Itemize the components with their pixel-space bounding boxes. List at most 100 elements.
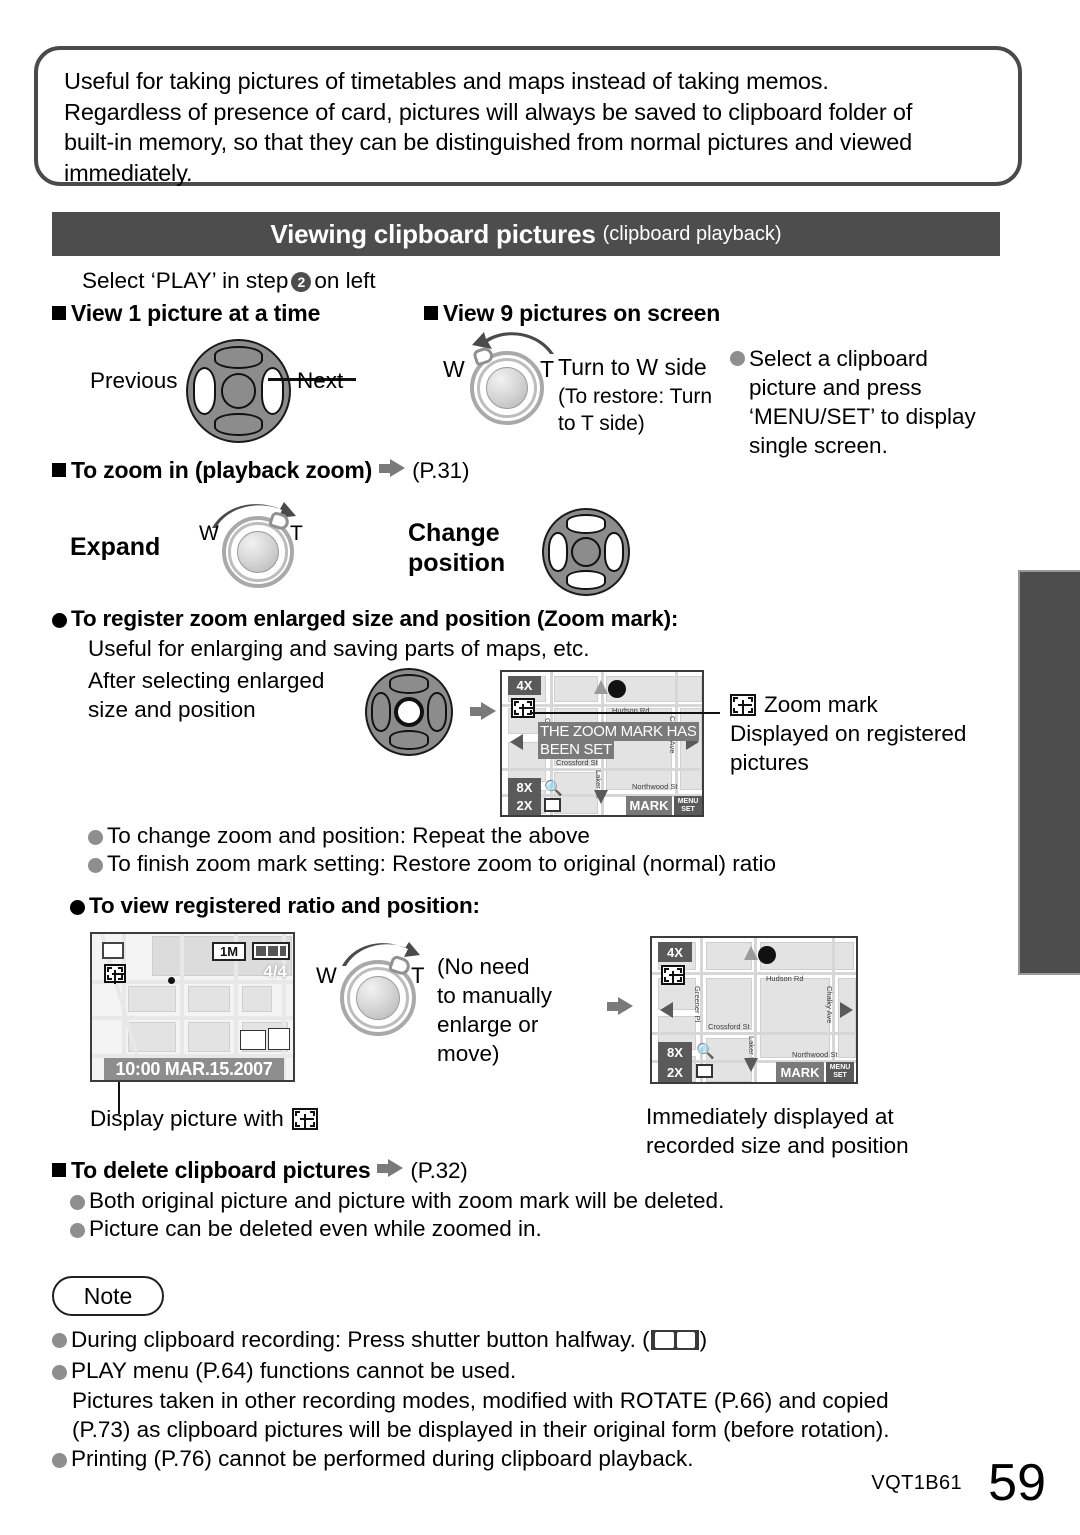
bullet-delete-while-zoomed: Picture can be deleted even while zoomed…: [70, 1216, 542, 1242]
street-label-northwood: Northwood St: [632, 782, 678, 791]
picture-counter: 4/4: [263, 962, 287, 981]
no-need-note: (No need to manually enlarge or move): [437, 952, 552, 1068]
section-banner: Viewing clipboard pictures (clipboard pl…: [52, 212, 1000, 256]
cursor-down-indicator: [594, 790, 608, 804]
street-label-crossford: Crossford St: [556, 758, 598, 767]
note-paragraph-line-2: (P.73) as clipboard pictures will be dis…: [72, 1417, 890, 1442]
bullet-delete-both: Both original picture and picture with z…: [70, 1188, 724, 1214]
menu-set-button-label[interactable]: MENU SET: [674, 796, 702, 815]
dpad-left-button[interactable]: [548, 531, 568, 573]
zoom-lever-view9[interactable]: [470, 345, 544, 425]
magnifier-icon: 🔍: [696, 1043, 715, 1060]
street-label-northwood: Northwood St: [792, 1050, 838, 1059]
dpad-right-button[interactable]: [260, 367, 284, 415]
dpad-right-button[interactable]: [427, 691, 447, 733]
select-play-after: on left: [314, 268, 376, 293]
note-paragraph-line-1: Pictures taken in other recording modes,…: [72, 1388, 889, 1413]
dpad-up-button[interactable]: [214, 346, 263, 370]
zoom-level-2x: 2X: [658, 1062, 692, 1082]
nine-grid-icon: [696, 1064, 713, 1078]
menuset-note-line-1: Select a clipboard: [749, 346, 928, 371]
note-label: Note: [83, 1282, 133, 1309]
zoom-mark-callout-title: Zoom mark: [764, 692, 878, 717]
dpad-center-button[interactable]: [220, 373, 257, 409]
zoom-mark-message-line-1: THE ZOOM MARK HAS: [538, 722, 699, 741]
cursor-dpad-button-register[interactable]: [365, 668, 453, 756]
turn-to-w-side-label: Turn to W side: [558, 354, 707, 380]
zoom-lever-knob[interactable]: [237, 531, 279, 573]
bullet-black-dot: [52, 613, 67, 628]
mark-button-label[interactable]: MARK: [626, 796, 672, 815]
heading-view-1-label: View 1 picture at a time: [71, 300, 321, 326]
heading-delete-clipboard-label: To delete clipboard pictures: [71, 1157, 371, 1183]
immediately-displayed-line-1: Immediately displayed at: [646, 1104, 894, 1129]
dpad-previous-label: Previous: [90, 368, 178, 393]
cursor-dpad-button-change-position[interactable]: [542, 508, 630, 596]
immediately-displayed-line-2: recorded size and position: [646, 1133, 909, 1158]
no-need-line-1: (No need: [437, 954, 530, 979]
street-label-chalky: Chalky Ave: [825, 986, 834, 1024]
dpad-down-button[interactable]: [214, 412, 263, 436]
dpad-right-button[interactable]: [604, 531, 624, 573]
select-play-before: Select ‘PLAY’ in step: [82, 268, 289, 293]
change-position-line-1: Change: [408, 519, 500, 547]
display-picture-with-label: Display picture with: [90, 1106, 284, 1131]
dial-label-t-view9: T: [540, 356, 555, 382]
bullet-gray-dot: [70, 1195, 85, 1210]
dpad-up-button[interactable]: [565, 514, 607, 534]
step-number-badge: 2: [291, 272, 312, 292]
zoom-level-4x: 4X: [658, 942, 692, 962]
note-bullet-play-menu-label: PLAY menu (P.64) functions cannot be use…: [71, 1358, 517, 1383]
intro-line-4: immediately.: [64, 159, 193, 186]
dpad-center-button[interactable]: [394, 697, 424, 727]
restore-line-1: (To restore: Turn: [558, 385, 713, 408]
battery-icon: [252, 942, 290, 960]
clipboard-save-icon: [268, 1028, 290, 1050]
dpad-left-button[interactable]: [193, 367, 217, 415]
zoom-mark-icon-on-screen: [661, 965, 685, 986]
page-number: 59: [988, 1454, 1046, 1512]
after-selecting-text: After selecting enlarged size and positi…: [88, 666, 324, 724]
dpad-up-button[interactable]: [388, 674, 430, 694]
camera-screen-zoom-mark-set: Hudson Rd Greener Pl Crossford St Laker …: [500, 670, 704, 817]
playback-mode-icon: [102, 942, 124, 959]
heading-delete-clipboard: To delete clipboard pictures (P.32): [52, 1157, 468, 1184]
bullet-black-dot: [70, 900, 85, 915]
note-label-pill: Note: [52, 1276, 164, 1316]
dpad-down-button[interactable]: [388, 730, 430, 750]
street-label-crossford: Crossford St: [708, 1022, 750, 1031]
zoom-lever-registered[interactable]: [340, 954, 416, 1036]
note-bullet-printing-label: Printing (P.76) cannot be performed duri…: [71, 1446, 694, 1471]
banner-title: Viewing clipboard pictures: [270, 218, 596, 249]
document-code: VQT1B61: [871, 1472, 962, 1494]
zoom-mark-icon-on-screen: [511, 698, 535, 719]
flow-arrow-icon: [470, 702, 496, 721]
select-play-instruction: Select ‘PLAY’ in step 2 on left: [82, 268, 376, 294]
dial-label-w-view9: W: [443, 356, 465, 382]
menu-set-button-label[interactable]: MENU SET: [826, 1062, 854, 1082]
street-label-greener: Greener Pl: [693, 986, 702, 1023]
dpad-left-button[interactable]: [371, 691, 391, 733]
cursor-left-indicator: [660, 1002, 673, 1018]
expand-label: Expand: [70, 533, 161, 561]
mark-button-label[interactable]: MARK: [776, 1062, 824, 1082]
bullet-finish-zoom-mark-label: To finish zoom mark setting: Restore zoo…: [107, 851, 777, 876]
camera-icon: [240, 1030, 266, 1050]
zoom-lever-expand[interactable]: [222, 510, 294, 588]
menuset-note-line-2: picture and press: [749, 375, 922, 400]
camera-screen-thumbnail: 1M 4/4 10:00 MAR.15.2007: [90, 932, 295, 1082]
zoom-level-8x: 8X: [658, 1042, 692, 1062]
dpad-center-button[interactable]: [571, 537, 601, 567]
cursor-up-indicator: [594, 680, 608, 694]
cursor-dpad-button[interactable]: [186, 339, 291, 443]
map-center-dot: [168, 977, 175, 984]
page-side-tab: [1018, 570, 1080, 975]
cursor-left-indicator: [510, 734, 523, 750]
cursor-up-indicator: [744, 946, 758, 960]
zoom-lever-knob[interactable]: [355, 975, 401, 1021]
clipboard-camera-icon: [654, 1332, 674, 1348]
change-position-label: Change position: [408, 518, 505, 578]
dpad-down-button[interactable]: [565, 570, 607, 590]
dial-label-t-expand: T: [290, 522, 303, 545]
bullet-gray-dot: [52, 1453, 67, 1468]
